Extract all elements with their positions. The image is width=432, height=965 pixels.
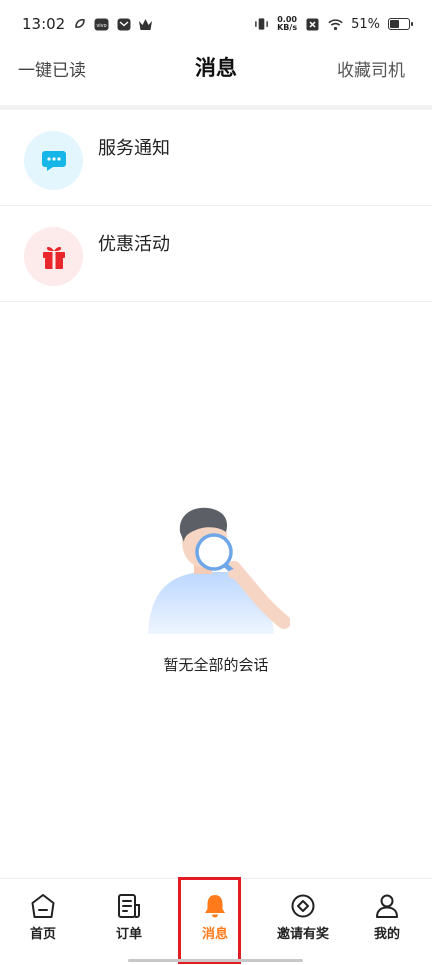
battery-fill — [390, 20, 399, 28]
nav-label: 消息 — [201, 926, 228, 942]
no-sim-icon — [305, 17, 320, 32]
wifi-icon — [328, 17, 343, 32]
nav-orders[interactable]: 订单 — [104, 879, 154, 955]
nav-label: 邀请有奖 — [276, 926, 329, 942]
battery-percent: 51% — [351, 16, 380, 32]
gift-icon — [42, 246, 65, 269]
net-speed: 0.00 KB/s — [277, 16, 297, 32]
status-right: 0.00 KB/s 51% — [254, 16, 413, 32]
nav-home[interactable]: 首页 — [18, 879, 68, 955]
home-icon — [31, 893, 55, 918]
status-bar: 13:02 vivo 0.00 KB/s 51% — [0, 0, 432, 48]
nav-messages[interactable]: 消息 — [184, 879, 246, 955]
vivo-notification-icon: vivo — [94, 17, 109, 32]
nav-profile[interactable]: 我的 — [362, 879, 412, 955]
net-speed-unit: KB/s — [277, 23, 298, 32]
nav-label: 首页 — [29, 926, 56, 942]
crown-notification-icon — [138, 17, 153, 32]
status-time: 13:02 — [22, 15, 66, 33]
message-row-promotions[interactable]: 优惠活动 — [0, 207, 432, 302]
status-left: 13:02 vivo — [22, 15, 153, 33]
message-label: 优惠活动 — [98, 234, 170, 255]
bell-icon — [205, 894, 225, 917]
header: 一键已读 消息 收藏司机 — [0, 48, 432, 106]
invite-reward-icon — [291, 894, 315, 917]
orders-icon — [118, 893, 140, 918]
favorite-drivers-button[interactable]: 收藏司机 — [337, 56, 405, 81]
bottom-nav: 首页 订单 消息 邀请有奖 我的 — [0, 878, 432, 965]
mail-notification-icon — [116, 17, 131, 32]
nav-label: 我的 — [373, 926, 400, 942]
app-notification-icon — [72, 17, 87, 32]
nav-label: 订单 — [115, 926, 142, 942]
empty-state-illustration — [148, 507, 290, 634]
message-label: 服务通知 — [98, 138, 170, 159]
mark-all-read-button[interactable]: 一键已读 — [18, 56, 86, 81]
vibrate-icon — [254, 17, 269, 32]
service-notice-avatar — [24, 131, 83, 190]
header-divider — [0, 105, 432, 110]
message-row-service[interactable]: 服务通知 — [0, 111, 432, 206]
chat-bubble-icon — [41, 150, 66, 171]
battery-icon — [388, 18, 413, 30]
promotions-avatar — [24, 227, 83, 286]
nav-invite[interactable]: 邀请有奖 — [272, 879, 334, 955]
empty-state-text: 暂无全部的会话 — [163, 656, 269, 674]
svg-text:vivo: vivo — [97, 23, 107, 29]
profile-icon — [376, 894, 398, 918]
home-indicator[interactable] — [128, 959, 303, 962]
